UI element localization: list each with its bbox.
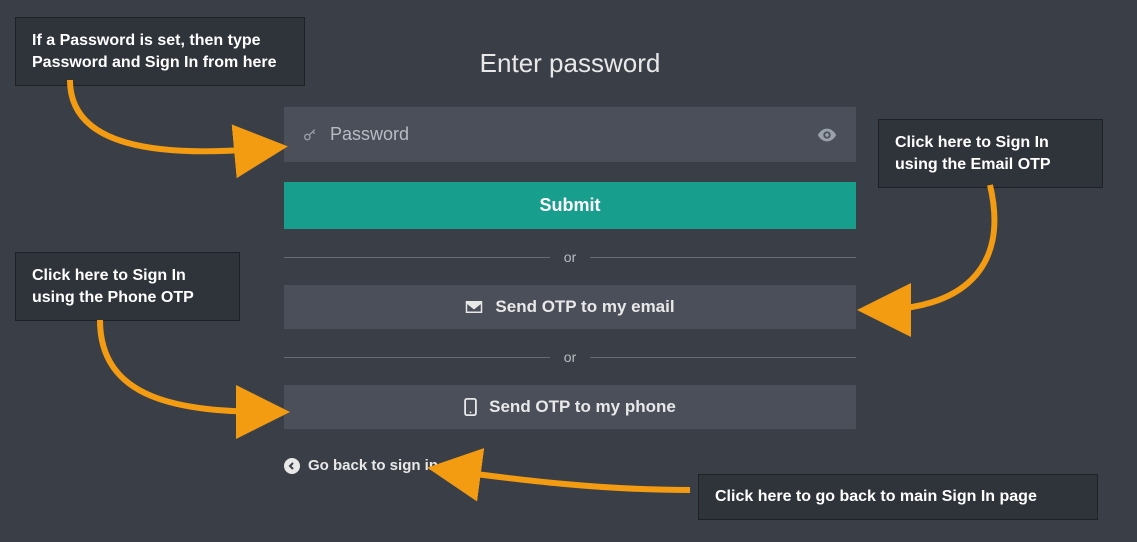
divider-line [590, 357, 856, 358]
phone-icon [464, 398, 477, 416]
callout-email: Click here to Sign In using the Email OT… [878, 119, 1103, 188]
divider-line [284, 357, 550, 358]
divider: or [284, 349, 856, 365]
divider-text: or [550, 249, 590, 265]
divider: or [284, 249, 856, 265]
callout-phone: Click here to Sign In using the Phone OT… [15, 252, 240, 321]
divider-line [590, 257, 856, 258]
go-back-link[interactable]: Go back to sign in [284, 457, 856, 474]
phone-otp-label: Send OTP to my phone [489, 397, 676, 417]
back-arrow-icon [284, 458, 300, 474]
callout-password: If a Password is set, then type Password… [15, 17, 305, 86]
email-icon [465, 300, 483, 314]
divider-line [284, 257, 550, 258]
password-input[interactable] [330, 124, 816, 145]
email-otp-label: Send OTP to my email [495, 297, 674, 317]
eye-icon[interactable] [816, 124, 838, 146]
password-input-wrap[interactable] [284, 107, 856, 162]
go-back-label: Go back to sign in [308, 457, 438, 474]
key-icon [302, 127, 318, 143]
callout-back: Click here to go back to main Sign In pa… [698, 474, 1098, 520]
page-title: Enter password [284, 48, 856, 79]
send-email-otp-button[interactable]: Send OTP to my email [284, 285, 856, 329]
divider-text: or [550, 349, 590, 365]
login-form: Enter password Submit or [284, 48, 856, 474]
submit-button[interactable]: Submit [284, 182, 856, 229]
send-phone-otp-button[interactable]: Send OTP to my phone [284, 385, 856, 429]
